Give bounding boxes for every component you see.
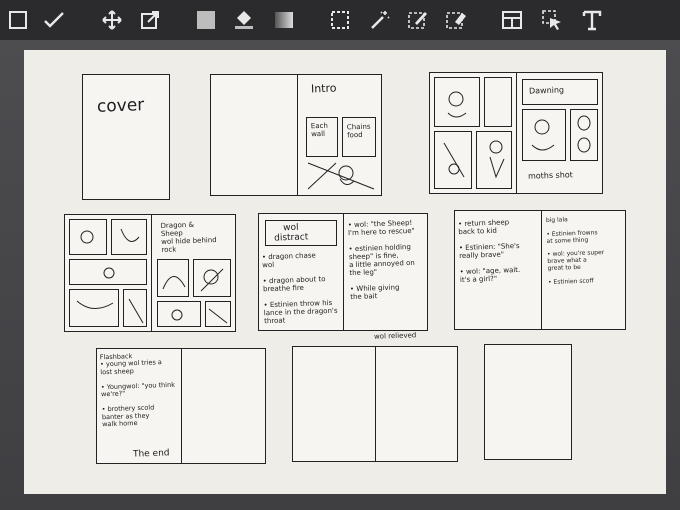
move-icon[interactable] xyxy=(100,8,124,32)
intro-spread: Intro Each wall Chains food xyxy=(210,74,382,196)
text-tool-icon[interactable] xyxy=(580,8,604,32)
dragon-sketch-left xyxy=(76,228,144,324)
select-eraser-icon[interactable] xyxy=(444,8,468,32)
dragon-sketch-right xyxy=(162,268,228,324)
dawning-caption-box: Dawning xyxy=(522,79,598,105)
intro-panel-1: Each wall xyxy=(306,117,338,157)
pointer-select-icon[interactable] xyxy=(540,8,564,32)
dragon-note: Dragon & Sheep wol hide behind rock xyxy=(160,220,217,255)
distract-bottom-note: wol relieved xyxy=(373,331,417,341)
return-spread: • return sheep back to kid • Estinien: "… xyxy=(454,210,626,330)
cover-page: cover xyxy=(82,74,170,200)
intro-label: Intro xyxy=(310,81,337,96)
brush-icon[interactable] xyxy=(42,8,66,32)
marquee-select-icon[interactable] xyxy=(328,8,352,32)
canvas-viewport[interactable]: cover Intro Each wall Chains food Dawnin… xyxy=(0,40,680,510)
cover-label: cover xyxy=(96,95,145,117)
flashback-notes: Flashback • young wol tries a lost sheep… xyxy=(99,352,176,429)
gradient-icon[interactable] xyxy=(272,8,296,32)
distract-caption-box: wol distract xyxy=(265,220,337,246)
distract-spread: wol distract • dragon chase wol • dragon… xyxy=(258,213,428,331)
bucket-fill-icon[interactable] xyxy=(232,8,256,32)
return-right-notes: big lala • Estinien frowns at some thing… xyxy=(545,216,605,286)
fill-color-icon[interactable] xyxy=(194,8,218,32)
distract-left-notes: • dragon chase wol • dragon about to bre… xyxy=(261,251,338,326)
flashback-end: The end xyxy=(132,448,170,460)
return-left-notes: • return sheep back to kid • Estinien: "… xyxy=(457,218,521,285)
magic-wand-icon[interactable] xyxy=(368,8,392,32)
select-rect-icon[interactable] xyxy=(6,8,30,32)
select-pen-icon[interactable] xyxy=(406,8,430,32)
dawning-sketch xyxy=(443,91,505,179)
blank-spread xyxy=(292,346,458,462)
dawning-spread: Dawning moths shot xyxy=(429,72,603,194)
intro-sketch xyxy=(307,162,375,190)
back-page xyxy=(484,344,572,460)
distract-right-notes: • wol: "the Sheep! I'm here to rescue" •… xyxy=(347,218,415,302)
storyboard-paper: cover Intro Each wall Chains food Dawnin… xyxy=(24,50,666,494)
dawning-note: moths shot xyxy=(527,170,574,181)
flashback-spread: Flashback • young wol tries a lost sheep… xyxy=(96,348,266,464)
intro-panel-2: Chains food xyxy=(342,117,376,157)
dragon-spread: Dragon & Sheep wol hide behind rock xyxy=(64,214,236,332)
transform-icon[interactable] xyxy=(138,8,162,32)
toolbar xyxy=(0,0,680,40)
layout-panel-icon[interactable] xyxy=(500,8,524,32)
